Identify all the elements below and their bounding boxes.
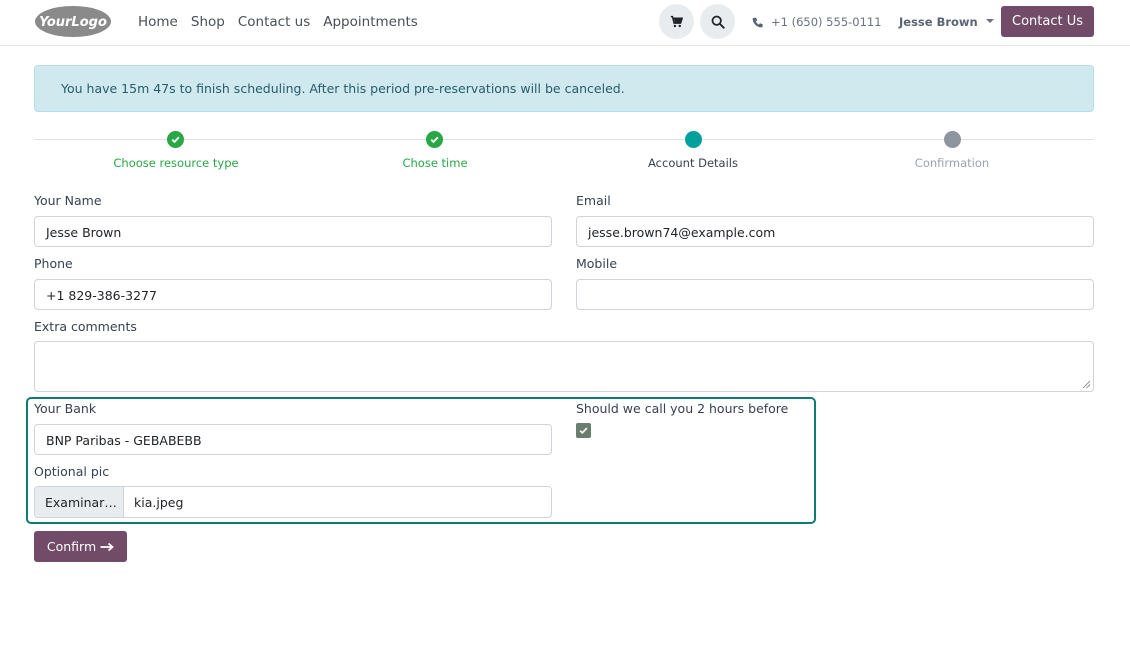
browse-button[interactable]: Examinar…	[35, 487, 124, 517]
timer-alert: You have 15m 47s to finish scheduling. A…	[34, 65, 1094, 112]
phone-link[interactable]: +1 (650) 555-0111	[752, 15, 882, 29]
confirm-button[interactable]: Confirm	[34, 531, 127, 562]
call-before-label: Should we call you 2 hours before	[576, 401, 789, 416]
step-4-label: Confirmation	[914, 156, 990, 170]
step-3-label: Account Details	[648, 156, 738, 170]
phone-label: Phone	[34, 256, 73, 271]
progress-line	[34, 139, 1094, 140]
comments-textarea[interactable]	[34, 341, 1094, 392]
logo[interactable]: YourLogo	[34, 5, 112, 38]
pic-file-input[interactable]: Examinar… kia.jpeg	[34, 486, 552, 518]
step-4-pending-dot	[944, 131, 961, 148]
name-input[interactable]: Jesse Brown	[34, 216, 552, 247]
user-menu[interactable]: Jesse Brown	[899, 15, 994, 29]
email-input[interactable]: jesse.brown74@example.com	[576, 216, 1094, 247]
user-name: Jesse Brown	[899, 15, 978, 29]
cart-icon	[670, 15, 683, 28]
step-1-label: Choose resource type	[113, 156, 239, 170]
call-before-checkbox[interactable]	[576, 423, 591, 438]
top-navbar: YourLogo Home Shop Contact us Appointmen…	[0, 0, 1130, 46]
phone-number: +1 (650) 555-0111	[771, 15, 882, 29]
resize-handle-icon[interactable]	[1082, 380, 1091, 389]
logo-text: YourLogo	[39, 15, 107, 30]
mobile-label: Mobile	[576, 256, 618, 271]
mobile-input[interactable]	[576, 279, 1094, 310]
phone-input[interactable]: +1 829-386-3277	[34, 279, 552, 310]
cart-button[interactable]	[659, 4, 694, 39]
nav-appointments[interactable]: Appointments	[323, 14, 418, 30]
search-button[interactable]	[700, 4, 735, 39]
timer-alert-text: You have 15m 47s to finish scheduling. A…	[61, 81, 625, 96]
confirm-label: Confirm	[46, 539, 97, 554]
nav-contact-us[interactable]: Contact us	[238, 14, 310, 30]
name-label: Your Name	[34, 193, 102, 208]
nav-shop[interactable]: Shop	[191, 14, 225, 30]
step-2-check-icon	[426, 131, 443, 148]
pic-label: Optional pic	[34, 464, 110, 479]
search-icon	[711, 15, 725, 29]
file-name: kia.jpeg	[134, 495, 184, 510]
email-label: Email	[576, 193, 611, 208]
caret-down-icon	[985, 19, 994, 23]
comments-label: Extra comments	[34, 319, 137, 334]
arrow-right-icon	[100, 542, 115, 551]
bank-input[interactable]: BNP Paribas - GEBABEBB	[34, 424, 552, 455]
step-3-current-dot	[685, 131, 702, 148]
contact-us-button[interactable]: Contact Us	[1001, 6, 1094, 37]
main-nav: Home Shop Contact us Appointments	[138, 14, 418, 30]
step-2-label: Chose time	[402, 156, 468, 170]
bank-label: Your Bank	[34, 401, 97, 416]
step-1-check-icon	[167, 131, 184, 148]
nav-home[interactable]: Home	[138, 14, 178, 30]
checkmark-icon	[579, 427, 588, 435]
phone-icon	[752, 17, 763, 27]
